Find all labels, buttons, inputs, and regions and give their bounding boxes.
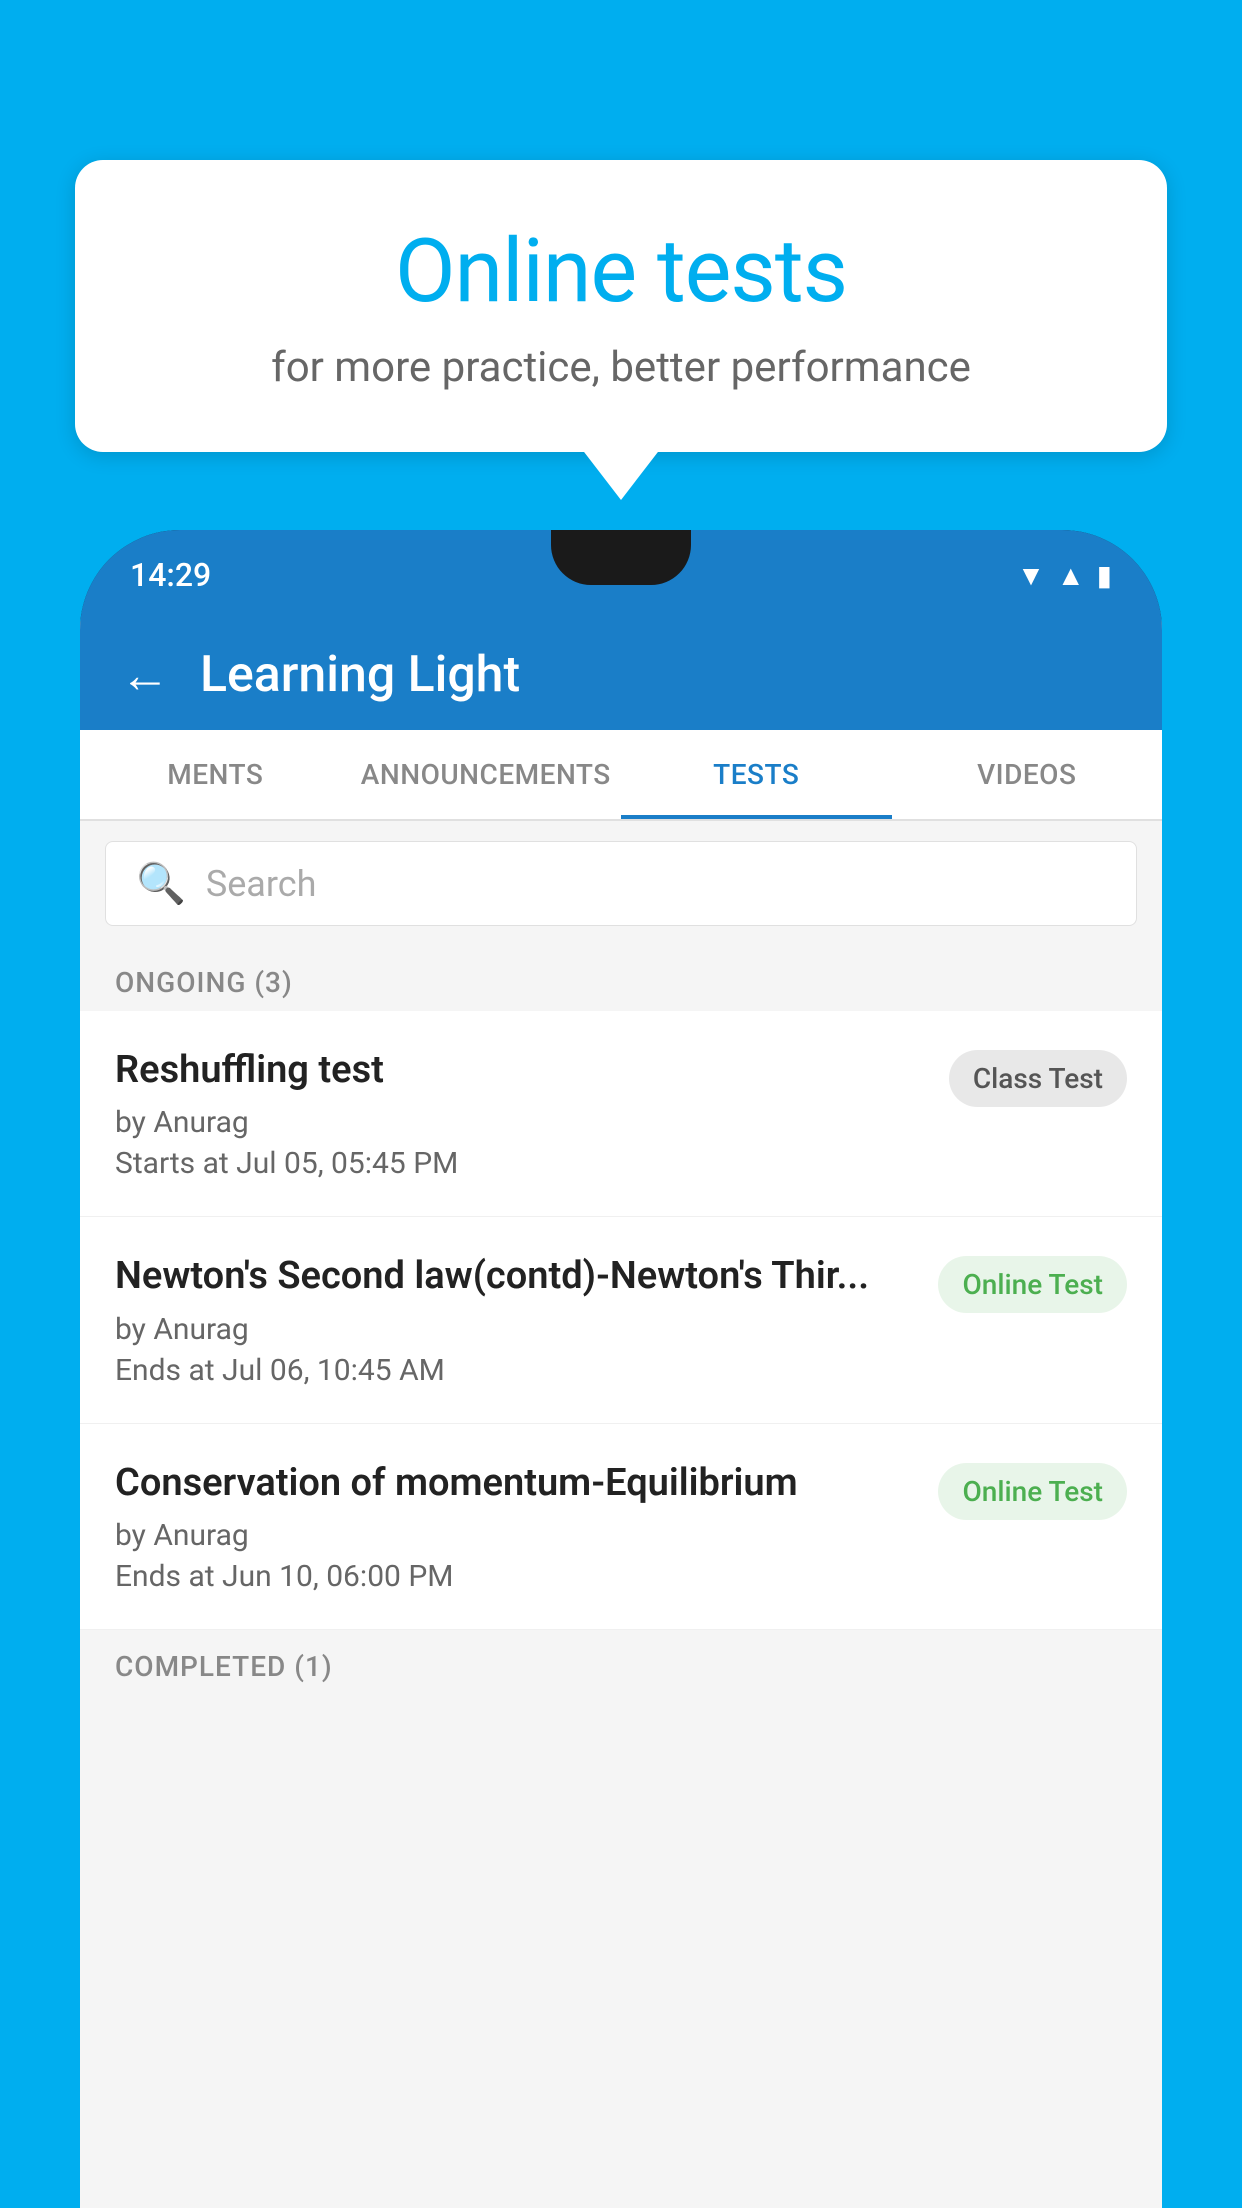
test-author-1: by Anurag xyxy=(115,1105,929,1140)
tab-tests[interactable]: TESTS xyxy=(621,730,892,819)
tab-announcements[interactable]: ANNOUNCEMENTS xyxy=(351,730,622,819)
app-header: ← Learning Light xyxy=(80,620,1162,730)
test-item[interactable]: Reshuffling test by Anurag Starts at Jul… xyxy=(80,1011,1162,1217)
test-name-3: Conservation of momentum-Equilibrium xyxy=(115,1459,918,1508)
test-list: Reshuffling test by Anurag Starts at Jul… xyxy=(80,1011,1162,1630)
test-author-2: by Anurag xyxy=(115,1312,918,1347)
test-item[interactable]: Conservation of momentum-Equilibrium by … xyxy=(80,1424,1162,1630)
phone-frame: 14:29 ▼ ▲ ▮ ← Learning Light MENTS ANNOU… xyxy=(80,530,1162,2208)
tab-videos[interactable]: VIDEOS xyxy=(892,730,1163,819)
back-button[interactable]: ← xyxy=(120,646,170,705)
phone-notch xyxy=(551,530,691,585)
test-name-1: Reshuffling test xyxy=(115,1046,929,1095)
tabs-bar: MENTS ANNOUNCEMENTS TESTS VIDEOS xyxy=(80,730,1162,821)
ongoing-section-label: ONGOING (3) xyxy=(80,946,1162,1011)
status-bar: 14:29 ▼ ▲ ▮ xyxy=(80,530,1162,620)
tab-ments[interactable]: MENTS xyxy=(80,730,351,819)
test-info-3: Conservation of momentum-Equilibrium by … xyxy=(115,1459,938,1594)
search-placeholder: Search xyxy=(206,863,317,905)
test-badge-2: Online Test xyxy=(938,1256,1127,1313)
test-badge-3: Online Test xyxy=(938,1463,1127,1520)
test-date-3: Ends at Jun 10, 06:00 PM xyxy=(115,1559,918,1594)
app-screen: ← Learning Light MENTS ANNOUNCEMENTS TES… xyxy=(80,620,1162,2208)
test-date-1: Starts at Jul 05, 05:45 PM xyxy=(115,1146,929,1181)
search-icon: 🔍 xyxy=(136,860,186,907)
bubble-subtitle: for more practice, better performance xyxy=(155,343,1087,392)
test-info-2: Newton's Second law(contd)-Newton's Thir… xyxy=(115,1252,938,1387)
test-name-2: Newton's Second law(contd)-Newton's Thir… xyxy=(115,1252,918,1301)
test-item[interactable]: Newton's Second law(contd)-Newton's Thir… xyxy=(80,1217,1162,1423)
status-icons: ▼ ▲ ▮ xyxy=(1017,559,1112,592)
test-badge-1: Class Test xyxy=(949,1050,1127,1107)
battery-icon: ▮ xyxy=(1097,559,1112,592)
app-title: Learning Light xyxy=(200,646,520,704)
bubble-title: Online tests xyxy=(155,220,1087,323)
status-time: 14:29 xyxy=(130,556,211,594)
search-bar[interactable]: 🔍 Search xyxy=(105,841,1137,926)
signal-icon: ▲ xyxy=(1057,559,1085,592)
completed-section-label: COMPLETED (1) xyxy=(80,1630,1162,1695)
wifi-icon: ▼ xyxy=(1017,559,1045,592)
test-date-2: Ends at Jul 06, 10:45 AM xyxy=(115,1353,918,1388)
speech-bubble: Online tests for more practice, better p… xyxy=(75,160,1167,452)
test-info-1: Reshuffling test by Anurag Starts at Jul… xyxy=(115,1046,949,1181)
test-author-3: by Anurag xyxy=(115,1518,918,1553)
